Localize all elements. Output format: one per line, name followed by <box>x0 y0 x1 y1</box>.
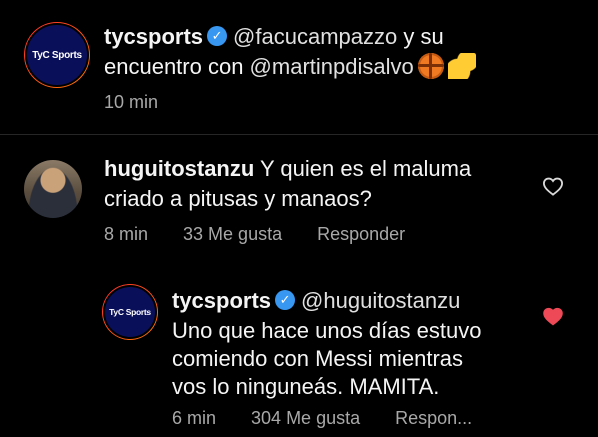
comment-line-2: criado a pitusas y manaos? <box>104 184 372 214</box>
tycsports-logo: TyC Sports <box>25 23 89 87</box>
comment-avatar[interactable] <box>24 160 82 218</box>
post-mention[interactable]: @facucampazzo <box>233 24 397 49</box>
post-username[interactable]: tycsports <box>104 24 203 49</box>
reply-reply-button[interactable]: Respon... <box>395 408 472 428</box>
comment-like-count[interactable]: 33 Me gusta <box>183 224 282 244</box>
heart-icon[interactable] <box>542 306 564 331</box>
reply-username[interactable]: tycsports <box>172 288 271 313</box>
tycsports-logo-small: TyC Sports <box>103 285 157 339</box>
reply-line-4: vos lo ninguneás. MAMITA. <box>172 374 440 399</box>
post-caption-line-1: tycsports ✓ @facucampazzo y su <box>104 22 444 52</box>
post-caption-line-2: encuentro con @martinpdisalvo <box>104 52 476 82</box>
divider <box>0 134 598 135</box>
reply-line-2: Uno que hace unos días estuvo <box>172 318 482 343</box>
comment-text-1: Y quien es el maluma <box>254 156 472 181</box>
comment-text-2: criado a pitusas y manaos? <box>104 186 372 211</box>
post-mention-2[interactable]: @martinpdisalvo <box>250 54 414 79</box>
flexed-biceps-emoji <box>447 53 476 80</box>
comment: huguitostanzu Y quien es el maluma criad… <box>0 140 598 260</box>
reply: TyC Sports tycsports ✓ @huguitostanzu Uno … <box>0 280 598 437</box>
reply-line-3: comiendo con Messi mientras <box>172 346 464 371</box>
comment-timestamp: 8 min <box>104 224 149 244</box>
comment-username[interactable]: huguitostanzu <box>104 156 254 181</box>
reply-meta: 6 min 304 Me gusta Respon... <box>172 408 472 429</box>
post-text-2: encuentro con <box>104 54 250 79</box>
reply-mention[interactable]: @huguitostanzu <box>301 288 460 313</box>
post-avatar[interactable]: TyC Sports <box>24 22 90 88</box>
reply-like-count[interactable]: 304 Me gusta <box>251 408 360 428</box>
comment-reply-button[interactable]: Responder <box>317 224 405 244</box>
verified-badge-icon: ✓ <box>207 26 228 47</box>
post-caption: TyC Sports tycsports ✓ @facucampazzo y su … <box>0 0 598 130</box>
comment-line-1: huguitostanzu Y quien es el maluma <box>104 154 471 184</box>
verified-badge-icon: ✓ <box>275 290 296 311</box>
post-text-1: y su <box>397 24 444 49</box>
basketball-emoji <box>417 53 444 80</box>
reply-line-1: tycsports ✓ @huguitostanzu <box>172 286 460 316</box>
comment-meta: 8 min 33 Me gusta Responder <box>104 224 405 245</box>
heart-icon[interactable] <box>542 176 564 201</box>
reply-avatar[interactable]: TyC Sports <box>102 284 158 340</box>
post-timestamp: 10 min <box>104 92 159 112</box>
reply-timestamp: 6 min <box>172 408 217 428</box>
